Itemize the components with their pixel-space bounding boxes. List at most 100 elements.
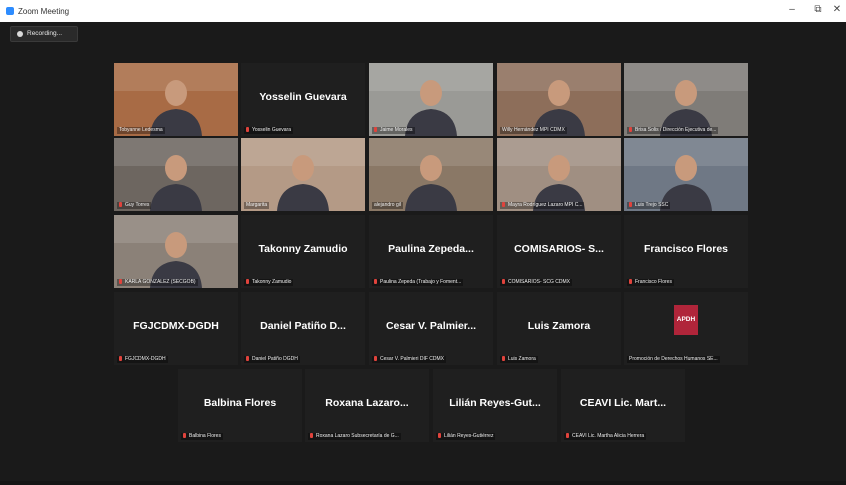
participant-tile[interactable]: APDH Promoción de Derechos Humanos SE... [624, 292, 748, 365]
participant-display-name: Balbina Flores [203, 397, 277, 409]
participant-name: KARLA GONZÁLEZ (SECGOB) [125, 279, 196, 285]
participant-display-name: Daniel Patiño D... [260, 320, 346, 332]
mic-muted-icon [438, 433, 441, 438]
participant-tile[interactable]: Daniel Patiño D... Daniel Patiño DGDH [241, 292, 365, 365]
participant-tile[interactable]: Francisco Flores Francisco Flores [624, 215, 748, 288]
participant-display-name: Luis Zamora [527, 320, 591, 332]
participant-name: Daniel Patiño DGDH [252, 356, 298, 362]
participant-tile[interactable]: Jaime Morales [369, 63, 493, 136]
participant-tile[interactable]: Luis Zamora Luis Zamora [497, 292, 621, 365]
participant-tile[interactable]: Brisa Solis / Dirección Ejecutiva de... [624, 63, 748, 136]
participant-name-label: FGJCDMX-DGDH [117, 356, 168, 363]
mic-muted-icon [374, 356, 377, 361]
mic-muted-icon [246, 127, 249, 132]
participant-name-label: Luis Zamora [500, 356, 538, 363]
participant-display-name: FGJCDMX-DGDH [133, 320, 219, 332]
mic-muted-icon [119, 356, 122, 361]
participant-tile[interactable]: Balbina Flores Balbina Flores [178, 369, 302, 442]
participant-name-label: COMISARIOS- SCG CDMX [500, 279, 572, 286]
mic-muted-icon [629, 279, 632, 284]
participant-name-label: Francisco Flores [627, 279, 674, 286]
participant-tile[interactable]: KARLA GONZÁLEZ (SECGOB) [114, 215, 238, 288]
participant-video-icon [624, 138, 748, 211]
participant-name: Francisco Flores [635, 279, 672, 285]
participant-video-icon [114, 138, 238, 211]
participant-tile[interactable]: Tobyanne Ledesma [114, 63, 238, 136]
participant-tile[interactable]: Cesar V. Palmier... Cesar V. Palmieri DIF… [369, 292, 493, 365]
participant-tile[interactable]: Willy Hernández MPI CDMX [497, 63, 621, 136]
maximize-button[interactable]: ⧉ [809, 4, 827, 15]
window-titlebar: Zoom Meeting – ⧉ ✕ [0, 0, 846, 22]
participant-tile[interactable]: Mayra Rodríguez Lazaro MPI C... [497, 138, 621, 211]
mic-muted-icon [374, 279, 377, 284]
participant-name-label: Lilián Reyes-Gutiérrez [436, 433, 496, 440]
mic-muted-icon [310, 433, 313, 438]
participant-display-name: Takonny Zamudio [258, 243, 348, 255]
mic-muted-icon [246, 279, 249, 284]
participant-name-label: Takonny Zamudio [244, 279, 294, 286]
participant-name-label: Brisa Solis / Dirección Ejecutiva de... [627, 127, 719, 134]
participant-display-name: CEAVI Lic. Mart... [579, 397, 667, 409]
mic-muted-icon [502, 356, 505, 361]
mic-muted-icon [566, 433, 569, 438]
participant-tile[interactable]: alejandro gil [369, 138, 493, 211]
participant-name: Balbina Flores [189, 433, 221, 439]
participant-video-icon [114, 215, 238, 288]
participant-name: Paulina Zepeda (Trabajo y Foment... [380, 279, 462, 285]
participant-name: Luis Zamora [508, 356, 536, 362]
participant-name-label: Cesar V. Palmieri DIF CDMX [372, 356, 446, 363]
participant-tile[interactable]: Lilián Reyes-Gut... Lilián Reyes-Gutiérre… [433, 369, 557, 442]
participant-tile[interactable]: Guy Torres [114, 138, 238, 211]
participant-name: COMISARIOS- SCG CDMX [508, 279, 570, 285]
participant-name: CEAVI Lic. Martha Alicia Herrera [572, 433, 645, 439]
participant-tile[interactable]: Roxana Lazaro... Roxana Lazaro Subsecreta… [305, 369, 429, 442]
participant-tile[interactable]: Yosselin Guevara Yosselin Guevara [241, 63, 365, 136]
mic-muted-icon [183, 433, 186, 438]
participant-tile[interactable]: CEAVI Lic. Mart... CEAVI Lic. Martha Alic… [561, 369, 685, 442]
participant-tile[interactable]: Margarita [241, 138, 365, 211]
participant-name: Brisa Solis / Dirección Ejecutiva de... [635, 127, 717, 133]
participant-name-label: Guy Torres [117, 202, 152, 209]
record-dot-icon [17, 31, 23, 37]
participant-name: alejandro gil [374, 202, 401, 208]
participant-name: Margarita [246, 202, 268, 208]
participant-name-label: Tobyanne Ledesma [117, 127, 165, 134]
participant-tile[interactable]: Luis Trejo SSC [624, 138, 748, 211]
participant-display-name: Paulina Zepeda... [388, 243, 474, 255]
participant-name-label: Yosselin Guevara [244, 127, 294, 134]
participant-name-label: Willy Hernández MPI CDMX [500, 127, 567, 134]
participant-name: Cesar V. Palmieri DIF CDMX [380, 356, 444, 362]
participant-name-label: Luis Trejo SSC [627, 202, 671, 209]
participant-video-icon [624, 63, 748, 136]
participant-display-name: Roxana Lazaro... [325, 397, 409, 409]
participant-video-icon [497, 138, 621, 211]
mic-muted-icon [629, 202, 632, 207]
mic-muted-icon [246, 356, 249, 361]
participant-video-icon [497, 63, 621, 136]
participant-tile[interactable]: COMISARIOS- S... COMISARIOS- SCG CDMX [497, 215, 621, 288]
apdh-logo: APDH [674, 305, 698, 335]
participant-name-label: Daniel Patiño DGDH [244, 356, 300, 363]
participant-name: Yosselin Guevara [252, 127, 292, 133]
participant-name: Tobyanne Ledesma [119, 127, 163, 133]
participant-name-label: CEAVI Lic. Martha Alicia Herrera [564, 433, 647, 440]
participant-name-label: Promoción de Derechos Humanos SE... [627, 356, 720, 363]
participant-name: Mayra Rodríguez Lazaro MPI C... [508, 202, 583, 208]
participant-tile[interactable]: Takonny Zamudio Takonny Zamudio [241, 215, 365, 288]
participant-name-label: Roxana Lazaro Subsecretaría de G... [308, 433, 401, 440]
participant-display-name: Francisco Flores [643, 243, 729, 255]
participant-tile[interactable]: Paulina Zepeda... Paulina Zepeda (Trabajo… [369, 215, 493, 288]
bottom-bar [0, 481, 846, 485]
participant-display-name: Lilián Reyes-Gut... [449, 397, 541, 409]
mic-muted-icon [502, 202, 505, 207]
meeting-area: Recording... Tobyanne Ledesma Yosselin Gu… [0, 22, 846, 485]
participant-tile[interactable]: FGJCDMX-DGDH FGJCDMX-DGDH [114, 292, 238, 365]
participant-name-label: Jaime Morales [372, 127, 415, 134]
minimize-button[interactable]: – [783, 4, 801, 15]
recording-indicator[interactable]: Recording... [10, 26, 78, 42]
close-button[interactable]: ✕ [828, 4, 846, 15]
participant-name: Guy Torres [125, 202, 150, 208]
participant-name: Lilián Reyes-Gutiérrez [444, 433, 494, 439]
participant-name-label: KARLA GONZÁLEZ (SECGOB) [117, 279, 198, 286]
participant-name-label: Mayra Rodríguez Lazaro MPI C... [500, 202, 585, 209]
